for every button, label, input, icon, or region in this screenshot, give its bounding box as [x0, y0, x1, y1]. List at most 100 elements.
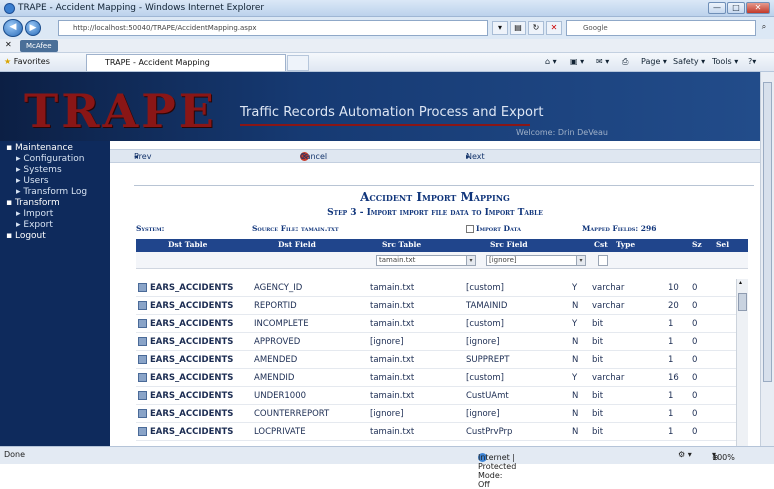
back-button[interactable]: ◀	[3, 19, 23, 37]
home-icon[interactable]: ⌂ ▾	[545, 57, 557, 66]
edit-row-icon[interactable]	[138, 427, 147, 436]
col-src-table[interactable]: Src Table	[382, 240, 421, 249]
help-icon[interactable]: ?▾	[748, 57, 756, 66]
sidebar-item-label: Export	[23, 220, 53, 230]
cell-type: varchar	[592, 373, 625, 383]
cell-sel: 0	[692, 283, 698, 293]
page-scroll-thumb[interactable]	[763, 82, 772, 382]
table-row[interactable]: EARS_ACCIDENTS LOCPRIVATE tamain.txt CustPr…	[136, 423, 736, 441]
sidebar-item-maintenance[interactable]: ▪ Maintenance	[6, 143, 73, 154]
sidebar-item-logout[interactable]: ▪ Logout	[6, 231, 46, 242]
cell-cst: Y	[572, 283, 578, 293]
minimize-button[interactable]: —	[708, 2, 726, 14]
address-dropdown-icon[interactable]: ▾	[492, 21, 508, 35]
cell-sel: 0	[692, 391, 698, 401]
app-banner: TRAPE Traffic Records Automation Process…	[0, 72, 760, 141]
window-titlebar: TRAPE - Accident Mapping - Windows Inter…	[0, 0, 774, 17]
cell-dst-field: APPROVED	[254, 337, 301, 347]
src-field-filter[interactable]: [ignore] ▾	[486, 255, 586, 266]
edit-row-icon[interactable]	[138, 301, 147, 310]
cell-src-field: [custom]	[466, 373, 504, 383]
cell-src-field: CustUAmt	[466, 391, 509, 401]
maximize-button[interactable]: □	[727, 2, 745, 14]
zoom-control[interactable]: ⊕ 100% ▾	[712, 450, 735, 462]
sidebar-item-users[interactable]: ▸ Users	[16, 176, 49, 187]
src-table-filter[interactable]: tamain.txt ▾	[376, 255, 476, 266]
src-field-filter-value: [ignore]	[489, 256, 517, 264]
edit-row-icon[interactable]	[138, 409, 147, 418]
compat-view-icon[interactable]: ▤	[510, 21, 526, 35]
mail-icon[interactable]: ✉ ▾	[596, 57, 609, 66]
scroll-up-icon[interactable]: ▴	[739, 279, 742, 286]
table-row[interactable]: EARS_ACCIDENTS AGENCY_ID tamain.txt [custom…	[136, 279, 736, 297]
cell-dst-field: REPORTID	[254, 301, 297, 311]
filter-row: tamain.txt ▾ [ignore] ▾	[136, 252, 748, 269]
stop-icon[interactable]: ✕	[546, 21, 562, 35]
cell-src-table: tamain.txt	[370, 355, 415, 365]
safety-menu-label: Safety	[673, 57, 699, 66]
table-row[interactable]: EARS_ACCIDENTS AMENDID tamain.txt [custom] Y…	[136, 369, 736, 387]
cell-cst: N	[572, 337, 579, 347]
col-dst-field[interactable]: Dst Field	[278, 240, 316, 249]
print-icon[interactable]: ⎙	[622, 57, 628, 67]
table-header: Dst Table Dst Field Src Table Src Field …	[136, 239, 748, 252]
sidebar-item-configuration[interactable]: ▸ Configuration	[16, 154, 84, 165]
safety-menu[interactable]: Safety ▾	[673, 57, 705, 66]
address-bar[interactable]: http://localhost:50040/TRAPE/AccidentMap…	[58, 20, 488, 36]
zoom-value: 100%	[712, 453, 735, 462]
col-sz[interactable]: Sz	[692, 240, 702, 249]
table-row[interactable]: EARS_ACCIDENTS COUNTERREPORT [ignore] [igno…	[136, 405, 736, 423]
search-input[interactable]: Google	[566, 20, 756, 36]
protected-mode-icon[interactable]: ⚙ ▾	[678, 450, 692, 459]
table-scroll-thumb[interactable]	[738, 293, 747, 311]
sidebar-nav: ▪ Maintenance ▸ Configuration ▸ Systems …	[0, 141, 110, 446]
table-row[interactable]: EARS_ACCIDENTS INCOMPLETE tamain.txt [custo…	[136, 315, 736, 333]
sidebar-item-label: Import	[23, 209, 54, 219]
security-zone-label: Internet | Protected Mode: Off	[478, 453, 517, 489]
status-text: Done	[4, 450, 26, 459]
tab-trape[interactable]: TRAPE - Accident Mapping	[86, 54, 286, 71]
table-row[interactable]: EARS_ACCIDENTS REPORTID tamain.txt TAMAINID…	[136, 297, 736, 315]
page-menu[interactable]: Page ▾	[641, 57, 667, 66]
sidebar-item-label: Systems	[23, 165, 62, 175]
cell-dst-table: EARS_ACCIDENTS	[150, 301, 234, 311]
feeds-icon[interactable]: ▣ ▾	[570, 57, 584, 66]
col-dst-table[interactable]: Dst Table	[168, 240, 207, 249]
col-type[interactable]: Type	[616, 240, 635, 249]
refresh-icon[interactable]: ↻	[528, 21, 544, 35]
cell-src-table: [ignore]	[370, 409, 404, 419]
sidebar-item-transform[interactable]: ▪ Transform	[6, 198, 60, 209]
edit-row-icon[interactable]	[138, 283, 147, 292]
col-src-field[interactable]: Src Field	[490, 240, 528, 249]
edit-row-icon[interactable]	[138, 355, 147, 364]
mcafee-button[interactable]: McAfee	[20, 40, 58, 52]
close-window-button[interactable]: ✕	[746, 2, 770, 14]
search-icon[interactable]: ⌕	[757, 21, 771, 35]
col-cst[interactable]: Cst	[594, 240, 608, 249]
favorites-button[interactable]: ★ Favorites	[4, 57, 50, 66]
edit-row-icon[interactable]	[138, 337, 147, 346]
table-row[interactable]: EARS_ACCIDENTS AMENDED tamain.txt SUPPREPT N…	[136, 351, 736, 369]
tools-menu[interactable]: Tools ▾	[712, 57, 738, 66]
src-table-filter-value: tamain.txt	[379, 256, 416, 264]
table-row[interactable]: EARS_ACCIDENTS APPROVED [ignore] [ignore] Nb…	[136, 333, 736, 351]
cell-dst-field: AMENDID	[254, 373, 295, 383]
table-scrollbar[interactable]: ▴	[736, 279, 748, 446]
cell-sz: 20	[668, 301, 679, 311]
import-data-checkbox[interactable]: Import Data	[466, 224, 521, 233]
sidebar-item-export[interactable]: ▸ Export	[16, 220, 53, 231]
edit-row-icon[interactable]	[138, 373, 147, 382]
page-scrollbar[interactable]	[760, 72, 774, 446]
edit-row-icon[interactable]	[138, 319, 147, 328]
edit-row-icon[interactable]	[138, 391, 147, 400]
cell-dst-field: LOCPRIVATE	[254, 427, 306, 437]
close-toolbar-icon[interactable]: ✕	[5, 40, 12, 49]
sidebar-item-transform-log[interactable]: ▸ Transform Log	[16, 187, 87, 198]
new-tab-button[interactable]	[287, 55, 309, 71]
cst-filter-checkbox[interactable]	[598, 255, 608, 266]
col-sel[interactable]: Sel	[716, 240, 729, 249]
sidebar-item-import[interactable]: ▸ Import	[16, 209, 53, 220]
sidebar-item-systems[interactable]: ▸ Systems	[16, 165, 62, 176]
table-row[interactable]: EARS_ACCIDENTS UNDER1000 tamain.txt CustUAm…	[136, 387, 736, 405]
forward-button[interactable]: ▶	[25, 20, 41, 36]
